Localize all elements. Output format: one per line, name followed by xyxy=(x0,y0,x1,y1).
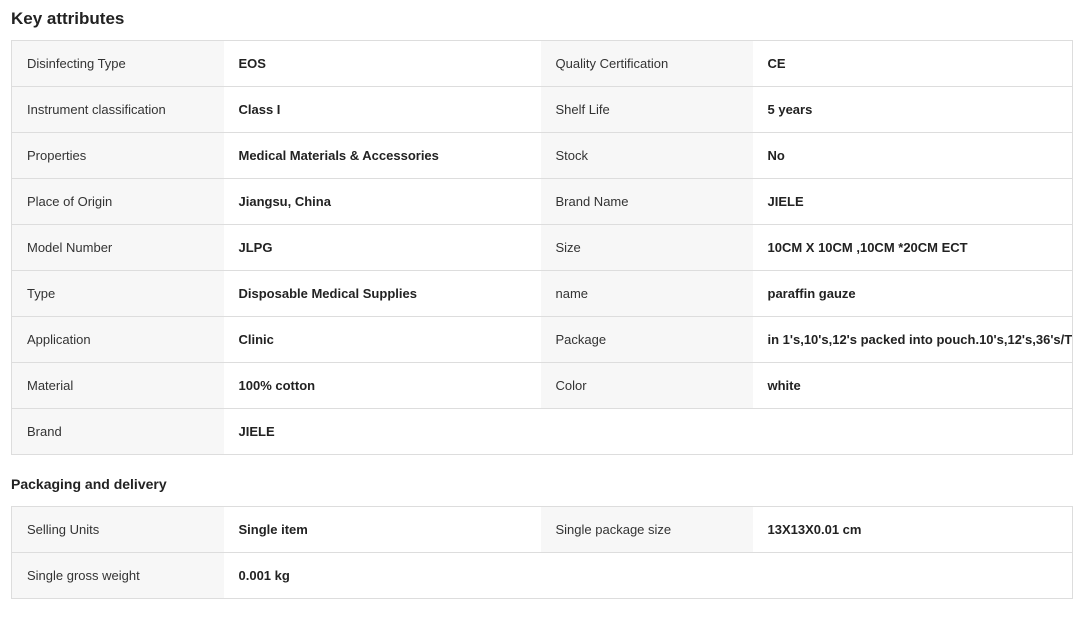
empty-cell xyxy=(752,552,1073,599)
attribute-label: Single package size xyxy=(540,506,753,553)
attribute-label: Application xyxy=(11,316,224,363)
product-attributes-page: Key attributes Disinfecting Type EOS Qua… xyxy=(0,0,1084,620)
table-row: Material 100% cotton Color white xyxy=(11,362,1073,409)
attribute-label: Brand Name xyxy=(540,178,753,225)
table-row: Properties Medical Materials & Accessori… xyxy=(11,132,1073,179)
attribute-label: Selling Units xyxy=(11,506,224,553)
key-attributes-table: Disinfecting Type EOS Quality Certificat… xyxy=(11,40,1073,455)
empty-cell xyxy=(752,408,1073,455)
attribute-label: Single gross weight xyxy=(11,552,224,599)
attribute-label: Instrument classification xyxy=(11,86,224,133)
attribute-value: Single item xyxy=(223,506,541,553)
attribute-value: Medical Materials & Accessories xyxy=(223,132,541,179)
attribute-value: 0.001 kg xyxy=(223,552,541,599)
attribute-value: Jiangsu, China xyxy=(223,178,541,225)
table-row: Type Disposable Medical Supplies name pa… xyxy=(11,270,1073,317)
attribute-label: Material xyxy=(11,362,224,409)
table-row: Place of Origin Jiangsu, China Brand Nam… xyxy=(11,178,1073,225)
attribute-value: 100% cotton xyxy=(223,362,541,409)
attribute-value: 13X13X0.01 cm xyxy=(752,506,1073,553)
attribute-label: Shelf Life xyxy=(540,86,753,133)
table-row: Selling Units Single item Single package… xyxy=(11,506,1073,553)
attribute-label: Package xyxy=(540,316,753,363)
table-row: Disinfecting Type EOS Quality Certificat… xyxy=(11,40,1073,87)
packaging-delivery-table: Selling Units Single item Single package… xyxy=(11,506,1073,599)
key-attributes-heading: Key attributes xyxy=(11,9,125,28)
attribute-label: Disinfecting Type xyxy=(11,40,224,87)
attribute-value: JLPG xyxy=(223,224,541,271)
attribute-value: paraffin gauze xyxy=(752,270,1073,317)
attribute-value: JIELE xyxy=(223,408,541,455)
table-row: Application Clinic Package in 1's,10's,1… xyxy=(11,316,1073,363)
attribute-value: JIELE xyxy=(752,178,1073,225)
packaging-delivery-heading: Packaging and delivery xyxy=(11,476,167,492)
empty-cell xyxy=(540,408,753,455)
attribute-value: CE xyxy=(752,40,1073,87)
attribute-value: Clinic xyxy=(223,316,541,363)
attribute-label: Properties xyxy=(11,132,224,179)
attribute-label: Brand xyxy=(11,408,224,455)
empty-cell xyxy=(540,552,753,599)
attribute-label: name xyxy=(540,270,753,317)
attribute-label: Stock xyxy=(540,132,753,179)
table-row: Single gross weight 0.001 kg xyxy=(11,552,1073,599)
attribute-value: No xyxy=(752,132,1073,179)
attribute-value: 5 years xyxy=(752,86,1073,133)
attribute-value: white xyxy=(752,362,1073,409)
attribute-value: 10CM X 10CM ,10CM *20CM ECT xyxy=(752,224,1073,271)
attribute-value: Disposable Medical Supplies xyxy=(223,270,541,317)
attribute-label: Model Number xyxy=(11,224,224,271)
table-row: Model Number JLPG Size 10CM X 10CM ,10CM… xyxy=(11,224,1073,271)
attribute-label: Color xyxy=(540,362,753,409)
attribute-value: in 1's,10's,12's packed into pouch.10's,… xyxy=(752,316,1073,363)
attribute-value: Class I xyxy=(223,86,541,133)
table-row: Brand JIELE xyxy=(11,408,1073,455)
attribute-value: EOS xyxy=(223,40,541,87)
attribute-label: Place of Origin xyxy=(11,178,224,225)
attribute-label: Size xyxy=(540,224,753,271)
attribute-label: Quality Certification xyxy=(540,40,753,87)
attribute-label: Type xyxy=(11,270,224,317)
table-row: Instrument classification Class I Shelf … xyxy=(11,86,1073,133)
